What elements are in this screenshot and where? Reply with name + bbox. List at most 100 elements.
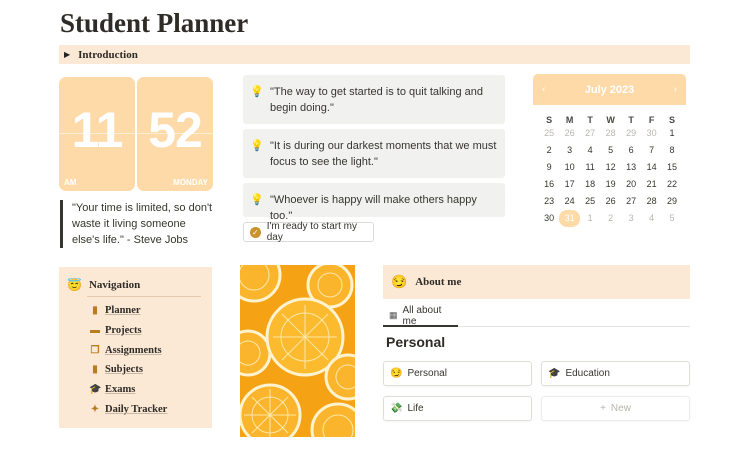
calendar-day[interactable]: 7 bbox=[641, 142, 661, 159]
calendar-day[interactable]: 21 bbox=[641, 176, 661, 193]
calendar-day[interactable]: 23 bbox=[539, 193, 559, 210]
gallery-card-personal[interactable]: 😏 Personal bbox=[383, 361, 532, 386]
calendar-day[interactable]: 22 bbox=[662, 176, 682, 193]
calendar-day[interactable]: 30 bbox=[641, 125, 661, 142]
calendar-day[interactable]: 27 bbox=[621, 193, 641, 210]
notebook-icon: ▮ bbox=[92, 364, 98, 375]
divider bbox=[87, 296, 201, 297]
calendar-day[interactable]: 20 bbox=[621, 176, 641, 193]
calendar-week-row: 9 10 11 12 13 14 15 bbox=[539, 159, 686, 176]
nav-link-planner[interactable]: ▮ Planner bbox=[89, 305, 141, 316]
calendar-day[interactable]: 29 bbox=[662, 193, 682, 210]
new-card-button[interactable]: + New bbox=[541, 396, 690, 421]
calendar-week-row: 30 31 1 2 3 4 5 bbox=[539, 210, 686, 227]
section-title: Personal bbox=[386, 334, 446, 350]
nav-link-exams[interactable]: 🎓 Exams bbox=[89, 384, 135, 395]
calendar-day[interactable]: 26 bbox=[559, 125, 579, 142]
ready-button[interactable]: ✓ I'm ready to start my day bbox=[243, 221, 374, 243]
calendar-day[interactable]: 30 bbox=[539, 210, 559, 227]
calendar-day[interactable]: 27 bbox=[580, 125, 600, 142]
calendar-day[interactable]: 1 bbox=[580, 210, 600, 227]
lightbulb-icon: 💡 bbox=[250, 86, 264, 98]
smirking-face-icon: 😏 bbox=[391, 274, 408, 289]
calendar-day[interactable]: 3 bbox=[559, 142, 579, 159]
calendar-day[interactable]: 28 bbox=[641, 193, 661, 210]
documents-icon: ❐ bbox=[90, 345, 100, 356]
tab-all-about-me[interactable]: ▦ All about me bbox=[383, 305, 458, 327]
nav-link-label: Planner bbox=[105, 305, 141, 316]
calendar-day[interactable]: 6 bbox=[621, 142, 641, 159]
introduction-label: Introduction bbox=[78, 48, 138, 61]
weekday-label: W bbox=[606, 115, 615, 125]
calendar-day[interactable]: 29 bbox=[621, 125, 641, 142]
nav-link-projects[interactable]: ▬ Projects bbox=[89, 325, 142, 336]
calendar-day[interactable]: 9 bbox=[539, 159, 559, 176]
calendar-day[interactable]: 25 bbox=[580, 193, 600, 210]
calendar-day[interactable]: 8 bbox=[662, 142, 682, 159]
calendar-day[interactable]: 1 bbox=[662, 125, 682, 142]
calendar-day[interactable]: 25 bbox=[539, 125, 559, 142]
calendar-day[interactable]: 18 bbox=[580, 176, 600, 193]
calendar-day[interactable]: 2 bbox=[600, 210, 620, 227]
navigation-title: Navigation bbox=[88, 279, 141, 291]
smirking-face-icon: 😏 bbox=[390, 368, 403, 379]
next-month-button[interactable]: › bbox=[674, 84, 677, 95]
page-title: Student Planner bbox=[60, 8, 249, 38]
clock-hour: 11 bbox=[71, 102, 124, 158]
navigation-header: 😇 Navigation bbox=[67, 278, 140, 292]
card-label: Education bbox=[565, 368, 610, 379]
calendar-day[interactable]: 31 bbox=[559, 210, 580, 227]
calendar-day[interactable]: 3 bbox=[621, 210, 641, 227]
clock-hour-card: 11 AM bbox=[59, 77, 135, 191]
gallery-grid-icon: ▦ bbox=[389, 310, 398, 320]
calendar-day[interactable]: 26 bbox=[600, 193, 620, 210]
calendar-day[interactable]: 5 bbox=[662, 210, 682, 227]
calendar-day[interactable]: 17 bbox=[559, 176, 579, 193]
weekday-label: S bbox=[669, 115, 676, 125]
gallery-card-life[interactable]: 💸 Life bbox=[383, 396, 532, 421]
calendar-day[interactable]: 24 bbox=[559, 193, 579, 210]
calendar-day[interactable]: 5 bbox=[600, 142, 620, 159]
calendar-day[interactable]: 28 bbox=[600, 125, 620, 142]
calendar-day[interactable]: 11 bbox=[580, 159, 600, 176]
clock-weekday: MONDAY bbox=[173, 178, 208, 187]
calendar-week-row: 16 17 18 19 20 21 22 bbox=[539, 176, 686, 193]
calendar-day[interactable]: 12 bbox=[600, 159, 620, 176]
calendar-day[interactable]: 13 bbox=[621, 159, 641, 176]
card-label: Personal bbox=[407, 368, 447, 379]
card-label: Life bbox=[407, 403, 424, 414]
calendar-day[interactable]: 15 bbox=[662, 159, 682, 176]
nav-link-label: Assignments bbox=[105, 345, 162, 356]
introduction-toggle[interactable]: ▶ Introduction bbox=[59, 45, 690, 64]
nav-link-label: Daily Tracker bbox=[105, 404, 168, 415]
new-card-label: New bbox=[610, 403, 631, 414]
toggle-triangle-icon[interactable]: ▶ bbox=[64, 50, 70, 59]
prev-month-button[interactable]: ‹ bbox=[542, 84, 545, 95]
calendar-grid: 25 26 27 28 29 30 1 2 3 4 5 6 7 8 9 10 11 12 13 14 15 16 17 18 1… bbox=[533, 125, 686, 227]
lightbulb-icon: 💡 bbox=[250, 140, 264, 152]
weekday-label: T bbox=[587, 115, 593, 125]
quote-text: "It is during our darkest moments that w… bbox=[270, 140, 497, 168]
nav-link-subjects[interactable]: ▮ Subjects bbox=[89, 364, 143, 375]
nav-link-daily-tracker[interactable]: ✦ Daily Tracker bbox=[89, 404, 168, 415]
calendar-month: July 2023 bbox=[584, 83, 635, 96]
weekday-label: S bbox=[546, 115, 553, 125]
calendar-day[interactable]: 14 bbox=[641, 159, 661, 176]
magic-wand-icon: ✦ bbox=[90, 404, 100, 415]
calendar-day[interactable]: 4 bbox=[641, 210, 661, 227]
calendar-day[interactable]: 10 bbox=[559, 159, 579, 176]
weekday-label: M bbox=[565, 115, 574, 125]
calendar-day[interactable]: 19 bbox=[600, 176, 620, 193]
money-icon: 💸 bbox=[390, 403, 403, 414]
calendar-day[interactable]: 2 bbox=[539, 142, 559, 159]
calendar-day[interactable]: 16 bbox=[539, 176, 559, 193]
calendar-day[interactable]: 4 bbox=[580, 142, 600, 159]
nav-link-assignments[interactable]: ❐ Assignments bbox=[89, 345, 162, 356]
gallery-card-education[interactable]: 🎓 Education bbox=[541, 361, 690, 386]
clock-minute: 52 bbox=[148, 102, 203, 158]
nav-link-label: Exams bbox=[105, 384, 136, 395]
calendar-header: ‹ July 2023 › bbox=[533, 74, 686, 105]
ready-button-label: I'm ready to start my day bbox=[266, 221, 357, 243]
plus-icon: + bbox=[600, 403, 606, 414]
calendar-week-row: 2345678 bbox=[539, 142, 686, 159]
